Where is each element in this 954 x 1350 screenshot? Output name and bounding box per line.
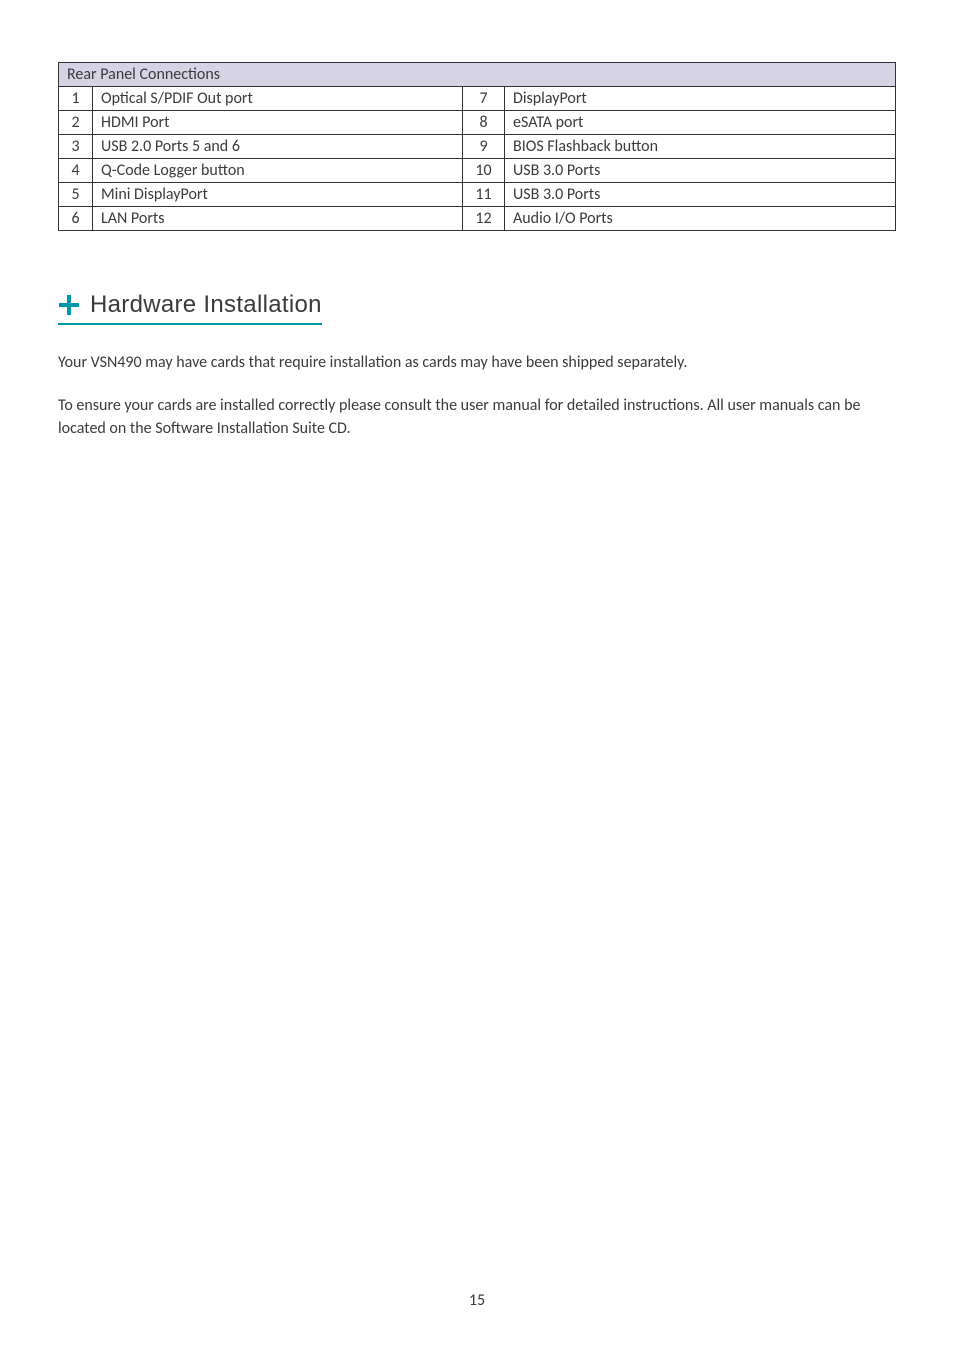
section-heading: Hardware Installation (58, 291, 322, 325)
row-num-right: 12 (463, 207, 505, 231)
table-row: 2 HDMI Port 8 eSATA port (59, 111, 896, 135)
row-desc-right: USB 3.0 Ports (505, 159, 896, 183)
body-paragraph-2: To ensure your cards are installed corre… (58, 394, 896, 440)
row-num-left: 4 (59, 159, 93, 183)
table-header: Rear Panel Connections (59, 63, 896, 87)
row-desc-left: USB 2.0 Ports 5 and 6 (93, 135, 463, 159)
row-desc-left: Optical S/PDIF Out port (93, 87, 463, 111)
row-num-left: 6 (59, 207, 93, 231)
body-paragraph-1: Your VSN490 may have cards that require … (58, 351, 896, 374)
row-desc-left: Mini DisplayPort (93, 183, 463, 207)
table-body: 1 Optical S/PDIF Out port 7 DisplayPort … (59, 87, 896, 231)
row-num-left: 2 (59, 111, 93, 135)
row-num-right: 9 (463, 135, 505, 159)
row-desc-right: BIOS Flashback button (505, 135, 896, 159)
row-desc-left: LAN Ports (93, 207, 463, 231)
table-row: 4 Q-Code Logger button 10 USB 3.0 Ports (59, 159, 896, 183)
row-num-right: 7 (463, 87, 505, 111)
row-num-left: 3 (59, 135, 93, 159)
row-desc-left: HDMI Port (93, 111, 463, 135)
row-num-left: 1 (59, 87, 93, 111)
row-desc-right: USB 3.0 Ports (505, 183, 896, 207)
table-row: 1 Optical S/PDIF Out port 7 DisplayPort (59, 87, 896, 111)
row-desc-left: Q-Code Logger button (93, 159, 463, 183)
rear-panel-connections-table: Rear Panel Connections 1 Optical S/PDIF … (58, 62, 896, 231)
heading-text: Hardware Installation (90, 291, 322, 319)
row-num-right: 11 (463, 183, 505, 207)
table-row: 5 Mini DisplayPort 11 USB 3.0 Ports (59, 183, 896, 207)
table-row: 3 USB 2.0 Ports 5 and 6 9 BIOS Flashback… (59, 135, 896, 159)
row-num-left: 5 (59, 183, 93, 207)
table-row: 6 LAN Ports 12 Audio I/O Ports (59, 207, 896, 231)
row-num-right: 10 (463, 159, 505, 183)
row-desc-right: eSATA port (505, 111, 896, 135)
row-desc-right: Audio I/O Ports (505, 207, 896, 231)
page-number: 15 (0, 1291, 954, 1310)
row-num-right: 8 (463, 111, 505, 135)
row-desc-right: DisplayPort (505, 87, 896, 111)
plus-icon (58, 294, 80, 316)
